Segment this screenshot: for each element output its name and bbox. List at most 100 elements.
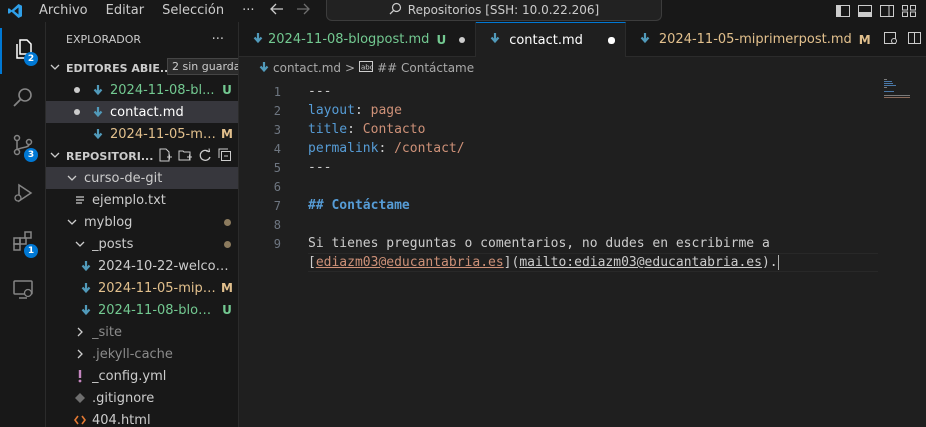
open-editors-section-header[interactable]: EDITORES ABIE... 2 sin guardar bbox=[46, 57, 238, 79]
open-editor-item-miprimerpost[interactable]: 2024-11-05-mi... M bbox=[46, 123, 238, 145]
magnifier-icon bbox=[11, 85, 35, 113]
tree-file-gitignore[interactable]: .gitignore bbox=[46, 387, 238, 409]
changes-dot bbox=[216, 237, 238, 251]
collapse-all-icon[interactable] bbox=[218, 148, 232, 162]
tab-miprimerpost[interactable]: 2024-11-05-miprimerpost.md M bbox=[626, 22, 881, 57]
run-debug-button[interactable] bbox=[0, 172, 46, 218]
tree-folder-site[interactable]: _site bbox=[46, 321, 238, 343]
split-editor-icon[interactable] bbox=[908, 31, 922, 49]
tree-item-label: 2024-10-22-welcome-t... bbox=[98, 258, 238, 274]
yaml-colon: : bbox=[354, 103, 371, 118]
tree-folder-myblog[interactable]: myblog bbox=[46, 211, 238, 233]
new-folder-icon[interactable] bbox=[178, 148, 192, 162]
markdown-file-icon bbox=[90, 83, 106, 97]
repo-section-header[interactable]: REPOSITORI... bbox=[46, 145, 238, 167]
remote-explorer-button[interactable] bbox=[0, 268, 46, 314]
tree-folder-posts[interactable]: _posts bbox=[46, 233, 238, 255]
tree-file-config[interactable]: _config.yml bbox=[46, 365, 238, 387]
text-file-icon bbox=[72, 193, 88, 207]
open-editor-item-contact[interactable]: contact.md bbox=[46, 101, 238, 123]
menu-seleccion[interactable]: Selección bbox=[153, 0, 233, 22]
code-line-8: 8 bbox=[239, 215, 926, 234]
line-number: 5 bbox=[273, 160, 281, 175]
search-icon bbox=[389, 2, 402, 18]
chevron-down-icon bbox=[64, 171, 80, 185]
code-line-6: 6 bbox=[239, 177, 926, 196]
tree-item-label: _site bbox=[92, 324, 122, 340]
tree-item-label: 2024-11-05-mipr... bbox=[98, 280, 216, 296]
source-control-button[interactable]: 3 bbox=[0, 124, 46, 170]
link-bracket: ]( bbox=[503, 255, 520, 270]
yaml-colon: : bbox=[378, 141, 395, 156]
sidebar-header: EXPLORADOR ··· bbox=[46, 22, 238, 57]
markdown-file-icon bbox=[640, 32, 650, 48]
source-control-badge: 3 bbox=[24, 148, 38, 162]
title-bar: Archivo Editar Selección ··· Repositorio… bbox=[0, 0, 926, 22]
sidebar-more-button[interactable]: ··· bbox=[212, 32, 224, 47]
link-bracket: [ bbox=[308, 255, 316, 270]
section-actions bbox=[158, 148, 232, 162]
line-number: 7 bbox=[273, 198, 281, 213]
explorer-sidebar: EXPLORADOR ··· EDITORES ABIE... 2 sin gu… bbox=[46, 22, 239, 427]
new-file-icon[interactable] bbox=[158, 148, 172, 162]
code-line-4: 4 permalink: /contact/ bbox=[239, 139, 926, 158]
open-editor-label: 2024-11-08-bl... bbox=[110, 82, 215, 98]
toggle-panel-icon[interactable] bbox=[858, 5, 872, 17]
code-editor[interactable]: 1 --- 2 layout: page 3 title: Contacto 4 per… bbox=[239, 82, 926, 272]
menu-more-button[interactable]: ··· bbox=[233, 0, 263, 22]
customize-layout-icon[interactable] bbox=[902, 5, 916, 17]
markdown-file-icon bbox=[90, 127, 106, 141]
git-status-untracked: U bbox=[436, 32, 447, 47]
tree-file-welcome[interactable]: 2024-10-22-welcome-t... bbox=[46, 255, 238, 277]
open-editor-item-blogpost[interactable]: 2024-11-08-bl... U bbox=[46, 79, 238, 101]
editor-actions bbox=[884, 22, 926, 57]
command-center-search[interactable]: Repositorios [SSH: 10.0.22.206] bbox=[326, 0, 662, 21]
breadcrumb-file[interactable]: contact.md bbox=[273, 61, 341, 75]
tree-item-label: ejemplo.txt bbox=[92, 192, 166, 208]
tree-file-miprimerpost[interactable]: 2024-11-05-mipr... M bbox=[46, 277, 238, 299]
back-arrow-icon[interactable] bbox=[270, 3, 284, 19]
editor-tabs: 2024-11-08-blogpost.md U contact.md 2024… bbox=[239, 22, 926, 57]
tree-folder-jekyll-cache[interactable]: .jekyll-cache bbox=[46, 343, 238, 365]
sidebar-title: EXPLORADOR bbox=[66, 33, 142, 46]
markdown-file-icon bbox=[90, 105, 106, 119]
search-view-button[interactable] bbox=[0, 76, 46, 122]
yaml-value: page bbox=[370, 103, 402, 118]
line-number: 4 bbox=[273, 141, 281, 156]
menu-archivo[interactable]: Archivo bbox=[30, 0, 97, 22]
tab-contact[interactable]: contact.md bbox=[476, 22, 626, 57]
tree-item-label: .gitignore bbox=[92, 390, 155, 406]
explorer-button[interactable]: 2 bbox=[0, 28, 46, 74]
minimap[interactable] bbox=[884, 79, 912, 109]
tab-label: contact.md bbox=[509, 32, 583, 48]
breadcrumb-separator: > bbox=[345, 61, 356, 75]
toggle-primary-sidebar-icon[interactable] bbox=[836, 5, 850, 17]
tab-blogpost[interactable]: 2024-11-08-blogpost.md U bbox=[239, 22, 477, 57]
changes-dot bbox=[216, 215, 238, 229]
link-text: ediazm03@educantabria.es bbox=[315, 255, 504, 270]
code-line-9-wrap: [ediazm03@educantabria.es](mailto:ediazm… bbox=[239, 253, 926, 272]
code-text: --- bbox=[308, 84, 332, 99]
open-editor-label: contact.md bbox=[110, 104, 184, 120]
code-line-3: 3 title: Contacto bbox=[239, 120, 926, 139]
tree-file-404[interactable]: 404.html bbox=[46, 409, 238, 427]
tree-item-label: curso-de-git bbox=[84, 170, 163, 186]
refresh-icon[interactable] bbox=[198, 148, 212, 162]
text-cursor bbox=[777, 255, 779, 270]
git-file-icon bbox=[72, 391, 88, 405]
git-status-modified: M bbox=[221, 127, 233, 141]
unsaved-dot-icon[interactable] bbox=[459, 36, 466, 43]
tree-file-ejemplo[interactable]: ejemplo.txt bbox=[46, 189, 238, 211]
menu-editar[interactable]: Editar bbox=[97, 0, 154, 22]
breadcrumb-symbol[interactable]: ## Contáctame bbox=[377, 61, 474, 75]
link-url[interactable]: mailto:ediazm03@educantabria.es bbox=[519, 255, 762, 270]
html-file-icon bbox=[72, 413, 88, 427]
extensions-button[interactable]: 1 bbox=[0, 220, 46, 266]
tree-folder-curso-de-git[interactable]: curso-de-git bbox=[46, 167, 238, 189]
open-preview-icon[interactable] bbox=[884, 31, 898, 49]
unsaved-dot-icon[interactable] bbox=[607, 36, 615, 44]
tree-file-blogpost[interactable]: 2024-11-08-blog... U bbox=[46, 299, 238, 321]
forward-arrow-icon[interactable] bbox=[296, 3, 310, 19]
markdown-file-icon bbox=[253, 32, 263, 48]
toggle-secondary-sidebar-icon[interactable] bbox=[880, 5, 894, 17]
